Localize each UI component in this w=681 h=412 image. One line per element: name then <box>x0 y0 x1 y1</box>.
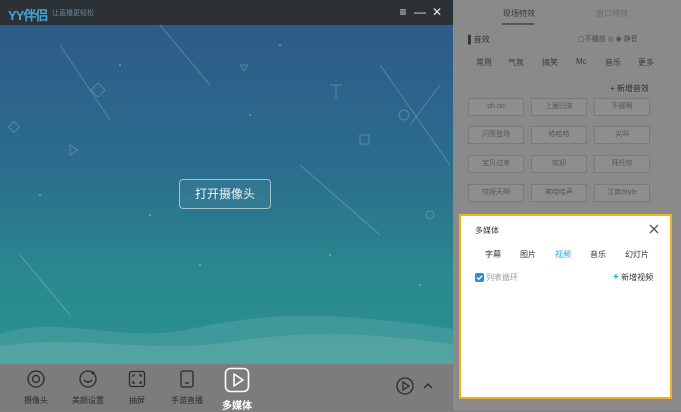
tool-beauty[interactable]: 美颜设置 <box>65 370 111 406</box>
tab-subtitle[interactable]: 字幕 <box>485 249 501 260</box>
category-music[interactable]: 音乐 <box>605 57 621 68</box>
beauty-icon <box>79 370 97 388</box>
mobile-game-icon <box>180 370 194 388</box>
category-mc[interactable]: Mc <box>576 57 587 66</box>
app-logo: YY伴侣 <box>8 8 48 23</box>
tab-video[interactable]: 视频 <box>555 249 571 260</box>
effect-button[interactable]: 尖叫 <box>594 126 650 144</box>
main-window: YY伴侣 让直播更轻松 ≡ — ✕ 打开摄像头 摄像头 美颜设置 抽屏 手游直播… <box>0 0 453 412</box>
sound-effects-heading: ▌音效 <box>468 35 490 44</box>
tool-label: 多媒体 <box>222 401 252 412</box>
check-icon <box>476 275 483 281</box>
effect-button[interactable]: 闪亮登场 <box>468 126 524 144</box>
category-common[interactable]: 常用 <box>476 57 492 68</box>
tool-label: 抽屏 <box>129 396 145 405</box>
effect-button[interactable]: 欢迎 <box>531 155 587 173</box>
category-funny[interactable]: 搞笑 <box>542 57 558 68</box>
close-button[interactable]: ✕ <box>430 4 444 20</box>
app-subtitle: 让直播更轻松 <box>52 10 94 17</box>
preview-stage: 打开摄像头 <box>0 25 453 364</box>
effect-button[interactable]: 拜托你 <box>594 155 650 173</box>
tool-label: 手游直播 <box>171 396 203 405</box>
tab-slideshow[interactable]: 幻灯片 <box>625 249 649 260</box>
loop-label: 列表循环 <box>486 273 518 282</box>
tab-scene-effects[interactable]: 现场特效 <box>503 8 535 19</box>
new-sound-effect-button[interactable]: + 新增音效 <box>610 83 649 94</box>
effect-button[interactable]: 不服啊 <box>594 98 650 116</box>
close-icon[interactable] <box>648 223 660 235</box>
plus-icon: + <box>613 272 619 283</box>
effect-button[interactable]: 笑哈哈声 <box>531 184 587 202</box>
category-atmosphere[interactable]: 气氛 <box>508 57 524 68</box>
sound-effects-flags[interactable]: ▢不播放 ◎ ◉ 静音 <box>578 34 638 44</box>
title-bar: YY伴侣 让直播更轻松 ≡ — ✕ <box>0 0 453 25</box>
tool-label: 摄像头 <box>24 396 48 405</box>
effect-button[interactable]: 哈哈哈 <box>531 126 587 144</box>
menu-button[interactable]: ≡ <box>396 4 410 20</box>
effect-button[interactable]: oh no <box>468 98 524 116</box>
play-icon <box>224 367 250 393</box>
dialog-title: 多媒体 <box>475 226 499 235</box>
loop-checkbox[interactable] <box>475 273 484 282</box>
effect-button[interactable]: 宝贝过来 <box>468 155 524 173</box>
add-video-button[interactable]: + 新增视频 <box>613 272 653 283</box>
tool-camera[interactable]: 摄像头 <box>13 370 59 406</box>
tool-mobile-game[interactable]: 手游直播 <box>164 370 210 406</box>
multimedia-dialog: 多媒体 字幕 图片 视频 音乐 幻灯片 列表循环 + 新增视频 <box>459 214 672 399</box>
tab-music[interactable]: 音乐 <box>590 249 606 260</box>
open-camera-button[interactable]: 打开摄像头 <box>179 179 271 209</box>
minimize-button[interactable]: — <box>413 4 427 20</box>
tab-image[interactable]: 图片 <box>520 249 536 260</box>
effect-button[interactable]: 江南Style <box>594 184 650 202</box>
camera-icon <box>27 370 45 388</box>
tool-screen[interactable]: 抽屏 <box>114 370 160 406</box>
stage-wave <box>0 315 453 364</box>
screen-capture-icon <box>128 370 146 388</box>
effect-button[interactable]: 上届归来 <box>531 98 587 116</box>
stream-settings-icon[interactable] <box>396 376 436 396</box>
effect-button[interactable]: 哎呀天啊 <box>468 184 524 202</box>
tool-multimedia[interactable]: 多媒体 <box>214 367 260 412</box>
bottom-toolbar: 摄像头 美颜设置 抽屏 手游直播 多媒体 <box>0 364 453 412</box>
loop-option[interactable]: 列表循环 <box>475 272 518 283</box>
tool-label: 美颜设置 <box>72 396 104 405</box>
bottom-side-controls <box>396 376 436 398</box>
category-more[interactable]: 更多 <box>638 57 654 68</box>
add-video-label: 新增视频 <box>621 273 654 282</box>
active-tab-indicator <box>502 23 534 25</box>
tab-window-effects[interactable]: 窗口特效 <box>596 8 628 19</box>
